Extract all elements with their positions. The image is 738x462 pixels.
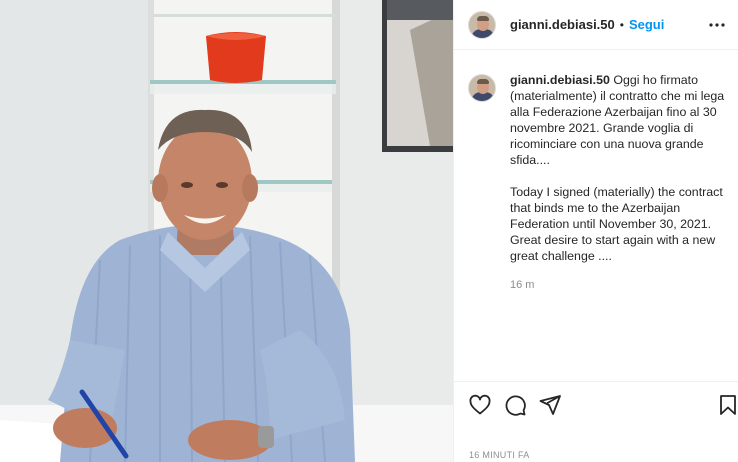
post-image: [0, 0, 453, 462]
separator-dot: •: [619, 17, 624, 32]
avatar[interactable]: [468, 10, 496, 39]
avatar[interactable]: [468, 74, 496, 102]
more-horizontal-icon[interactable]: [705, 13, 729, 37]
post-header: gianni.debiasi.50 • Segui: [454, 0, 738, 50]
comment-icon[interactable]: [503, 393, 527, 417]
follow-button[interactable]: Segui: [629, 17, 664, 32]
username-link[interactable]: gianni.debiasi.50: [510, 17, 615, 32]
caption-comment: gianni.debiasi.50 Oggi ho firmato (mater…: [468, 72, 730, 293]
post-side-panel: gianni.debiasi.50 • Segui gianni.debiasi…: [453, 0, 738, 462]
share-icon[interactable]: [538, 393, 562, 417]
action-bar: [454, 381, 738, 426]
bookmark-icon[interactable]: [716, 393, 738, 417]
post-photo[interactable]: [0, 0, 453, 462]
caption-timestamp[interactable]: 16 m: [510, 277, 728, 293]
post-timestamp[interactable]: 16 MINUTI FA: [469, 450, 530, 460]
caption-text: Oggi ho firmato (materialmente) il contr…: [510, 73, 725, 263]
caption-username-link[interactable]: gianni.debiasi.50: [510, 73, 610, 87]
heart-icon[interactable]: [468, 393, 492, 417]
